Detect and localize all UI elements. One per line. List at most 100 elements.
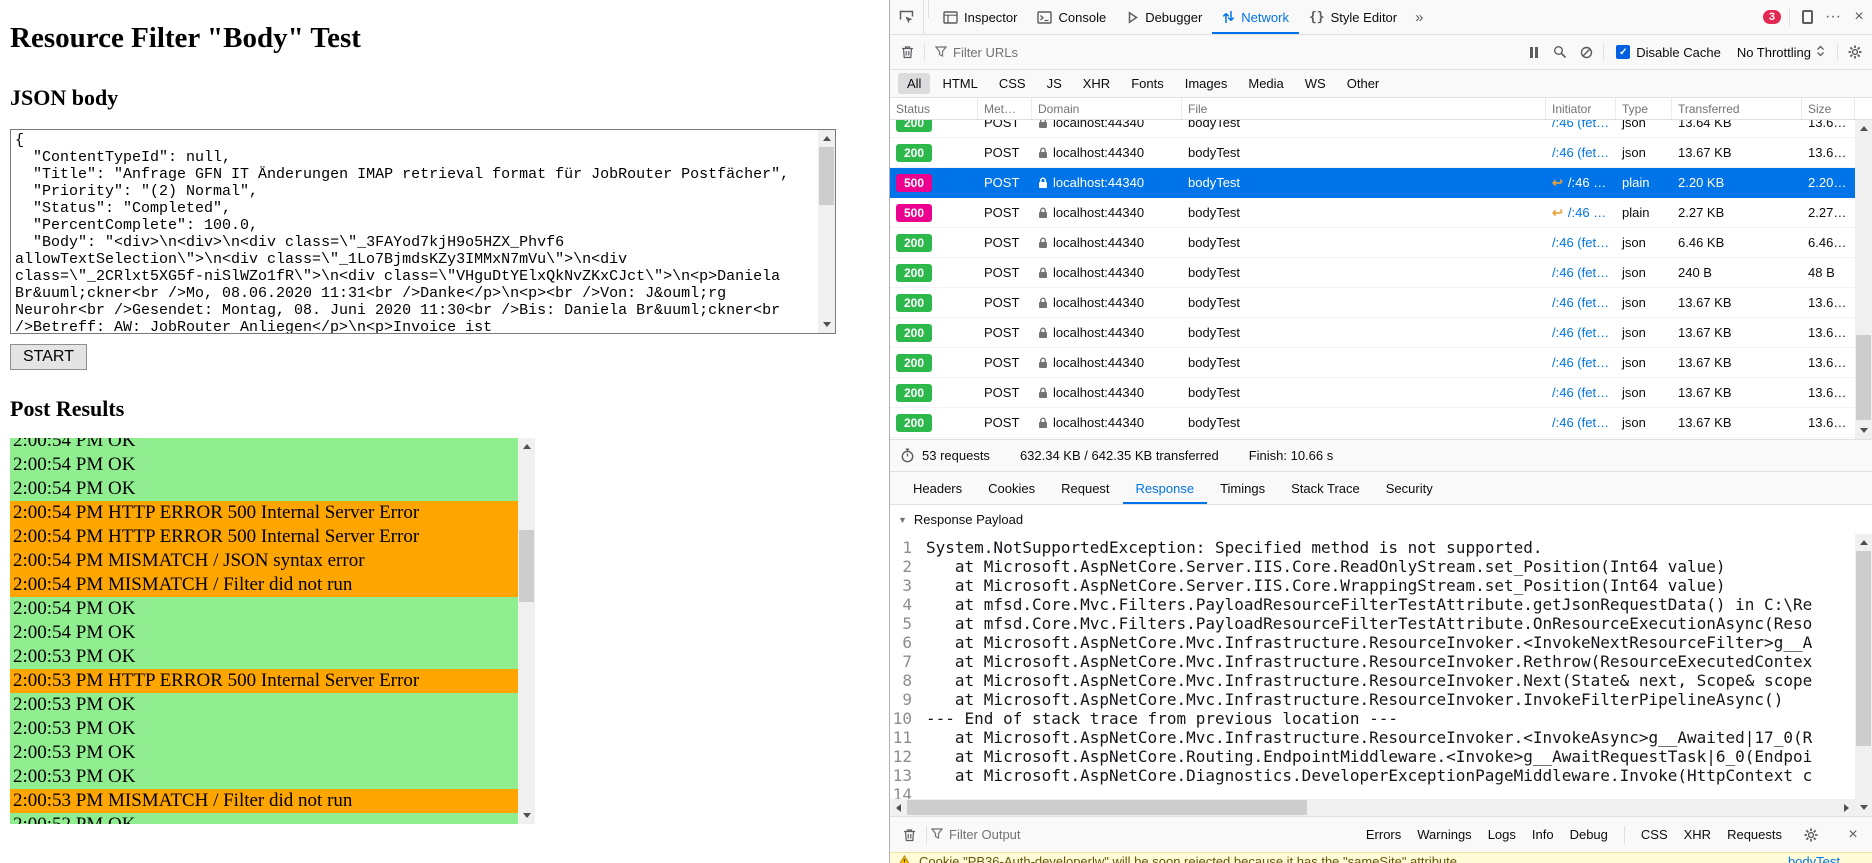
scroll-down-button[interactable]	[1855, 422, 1872, 439]
column-initiator[interactable]: Initiator	[1546, 98, 1616, 119]
initiator-link[interactable]: /:46 (fetch)	[1552, 415, 1610, 430]
detail-tab[interactable]: Request	[1048, 472, 1122, 504]
performance-clock-icon[interactable]	[900, 448, 915, 463]
scrollbar-thumb[interactable]	[819, 147, 834, 205]
initiator-link[interactable]: /:46 (fetch)	[1552, 295, 1610, 310]
request-filter-pill[interactable]: Other	[1338, 73, 1389, 94]
initiator-link[interactable]: /:46 (fetch)	[1552, 265, 1610, 280]
column-size[interactable]: Size	[1802, 98, 1855, 119]
initiator-link[interactable]: /:46 (fetch)	[1552, 355, 1610, 370]
error-count-badge[interactable]: 3	[1762, 10, 1781, 24]
column-method[interactable]: Met…	[978, 98, 1032, 119]
console-filter-xhr[interactable]: XHR	[1684, 827, 1711, 842]
tab-debugger[interactable]: Debugger	[1116, 0, 1212, 34]
scroll-up-button[interactable]	[518, 438, 535, 455]
column-file[interactable]: File	[1182, 98, 1546, 119]
request-filter-pill[interactable]: WS	[1296, 73, 1335, 94]
filter-urls-input[interactable]	[953, 44, 1516, 60]
console-filter-css[interactable]: CSS	[1641, 827, 1668, 842]
clear-console-button[interactable]	[896, 822, 922, 848]
block-icon[interactable]	[1573, 39, 1599, 65]
scroll-up-button[interactable]	[1855, 534, 1872, 551]
console-filter-debug[interactable]: Debug	[1570, 827, 1608, 842]
request-filter-pill[interactable]: Images	[1176, 73, 1237, 94]
initiator-link[interactable]: /:46 (fetch)	[1552, 235, 1610, 250]
network-request-row[interactable]: 500 POST localhost:44340 bodyTest ↩ /:46…	[890, 168, 1855, 198]
detail-tab[interactable]: Stack Trace	[1278, 472, 1373, 504]
filter-urls-field[interactable]	[929, 44, 1521, 60]
textarea-scrollbar[interactable]	[818, 130, 835, 333]
console-filter-input[interactable]	[949, 827, 1151, 842]
request-filter-pill[interactable]: JS	[1038, 73, 1071, 94]
column-status[interactable]: Status	[890, 98, 978, 119]
console-filter-logs[interactable]: Logs	[1488, 827, 1516, 842]
initiator-link[interactable]: /:46 (fetch)	[1568, 205, 1610, 220]
console-filter-field[interactable]	[930, 827, 1151, 842]
warning-source-link[interactable]: bodyTest	[1788, 854, 1864, 863]
column-type[interactable]: Type	[1616, 98, 1672, 119]
scrollbar-thumb[interactable]	[1856, 551, 1871, 746]
detail-tab[interactable]: Response	[1123, 472, 1208, 504]
pick-element-button[interactable]	[890, 0, 924, 34]
code-horizontal-scrollbar[interactable]	[890, 799, 1855, 816]
column-transferred[interactable]: Transferred	[1672, 98, 1802, 119]
request-filter-pill[interactable]: All	[898, 73, 931, 94]
request-filter-pill[interactable]: HTML	[933, 73, 986, 94]
more-tabs-chevron[interactable]: »	[1407, 0, 1431, 34]
request-filter-pill[interactable]: XHR	[1074, 73, 1119, 94]
har-gear-icon[interactable]	[1842, 39, 1868, 65]
initiator-link[interactable]: /:46 (fetch)	[1552, 385, 1610, 400]
initiator-link[interactable]: /:46 (fetch)	[1552, 120, 1610, 130]
network-request-row[interactable]: 500 POST localhost:44340 bodyTest ↩ /:46…	[890, 198, 1855, 228]
scroll-down-button[interactable]	[1855, 799, 1872, 816]
network-request-row[interactable]: 200 POST localhost:44340 bodyTest ↩ /:46…	[890, 228, 1855, 258]
search-icon[interactable]	[1547, 39, 1573, 65]
initiator-link[interactable]: /:46 (fetch)	[1552, 145, 1610, 160]
network-request-row[interactable]: 200 POST localhost:44340 bodyTest ↩ /:46…	[890, 138, 1855, 168]
scrollbar-thumb[interactable]	[907, 800, 1307, 815]
request-filter-pill[interactable]: Fonts	[1122, 73, 1173, 94]
network-list-scrollbar[interactable]	[1855, 120, 1872, 439]
scroll-down-button[interactable]	[818, 316, 835, 333]
initiator-link[interactable]: /:46 (fetch)	[1552, 325, 1610, 340]
request-filter-pill[interactable]: Media	[1239, 73, 1292, 94]
request-filter-pill[interactable]: CSS	[990, 73, 1035, 94]
network-request-row[interactable]: 200 POST localhost:44340 bodyTest ↩ /:46…	[890, 258, 1855, 288]
disable-cache-checkbox[interactable]: ✓ Disable Cache	[1616, 45, 1721, 60]
scrollbar-thumb[interactable]	[1856, 335, 1871, 420]
console-settings-gear-icon[interactable]	[1798, 822, 1824, 848]
scroll-up-button[interactable]	[1855, 120, 1872, 137]
network-request-row[interactable]: 200 POST localhost:44340 bodyTest ↩ /:46…	[890, 348, 1855, 378]
console-filter-warnings[interactable]: Warnings	[1417, 827, 1471, 842]
console-filter-requests[interactable]: Requests	[1727, 827, 1782, 842]
console-warning-message[interactable]: Cookie "PB36-Auth-developerlw" will be s…	[890, 852, 1872, 863]
network-request-row[interactable]: 200 POST localhost:44340 bodyTest ↩ /:46…	[890, 318, 1855, 348]
scroll-down-button[interactable]	[518, 807, 535, 824]
detail-tab[interactable]: Timings	[1207, 472, 1278, 504]
tab-style-editor[interactable]: {} Style Editor	[1299, 0, 1407, 34]
tab-console[interactable]: Console	[1027, 0, 1116, 34]
network-request-row[interactable]: 200 POST localhost:44340 bodyTest ↩ /:46…	[890, 378, 1855, 408]
scroll-up-button[interactable]	[818, 130, 835, 147]
column-domain[interactable]: Domain	[1032, 98, 1182, 119]
console-filter-info[interactable]: Info	[1532, 827, 1554, 842]
scroll-right-button[interactable]	[1838, 799, 1855, 816]
throttling-select[interactable]: No Throttling	[1737, 45, 1825, 60]
code-vertical-scrollbar[interactable]	[1855, 534, 1872, 816]
console-filter-errors[interactable]: Errors	[1366, 827, 1401, 842]
network-request-row[interactable]: 200 POST localhost:44340 bodyTest ↩ /:46…	[890, 408, 1855, 438]
pause-log-icon[interactable]	[1521, 39, 1547, 65]
scroll-left-button[interactable]	[890, 799, 907, 816]
results-scrollbar[interactable]	[518, 438, 535, 824]
scrollbar-thumb[interactable]	[519, 530, 534, 602]
json-body-textarea[interactable]: { "ContentTypeId": null, "Title": "Anfra…	[10, 129, 836, 334]
detail-tab[interactable]: Headers	[900, 472, 975, 504]
network-table-header[interactable]: Status Met… Domain File Initiator Type T…	[890, 98, 1872, 120]
initiator-link[interactable]: /:46 (fetch)	[1568, 175, 1610, 190]
clear-requests-button[interactable]	[894, 39, 920, 65]
start-button[interactable]: START	[10, 344, 87, 370]
response-payload-section[interactable]: ▼ Response Payload	[890, 504, 1872, 534]
close-devtools-icon[interactable]: ×	[1846, 4, 1872, 30]
network-request-row[interactable]: 200 POST localhost:44340 bodyTest ↩ /:46…	[890, 120, 1855, 138]
tab-network[interactable]: Network	[1212, 0, 1299, 34]
